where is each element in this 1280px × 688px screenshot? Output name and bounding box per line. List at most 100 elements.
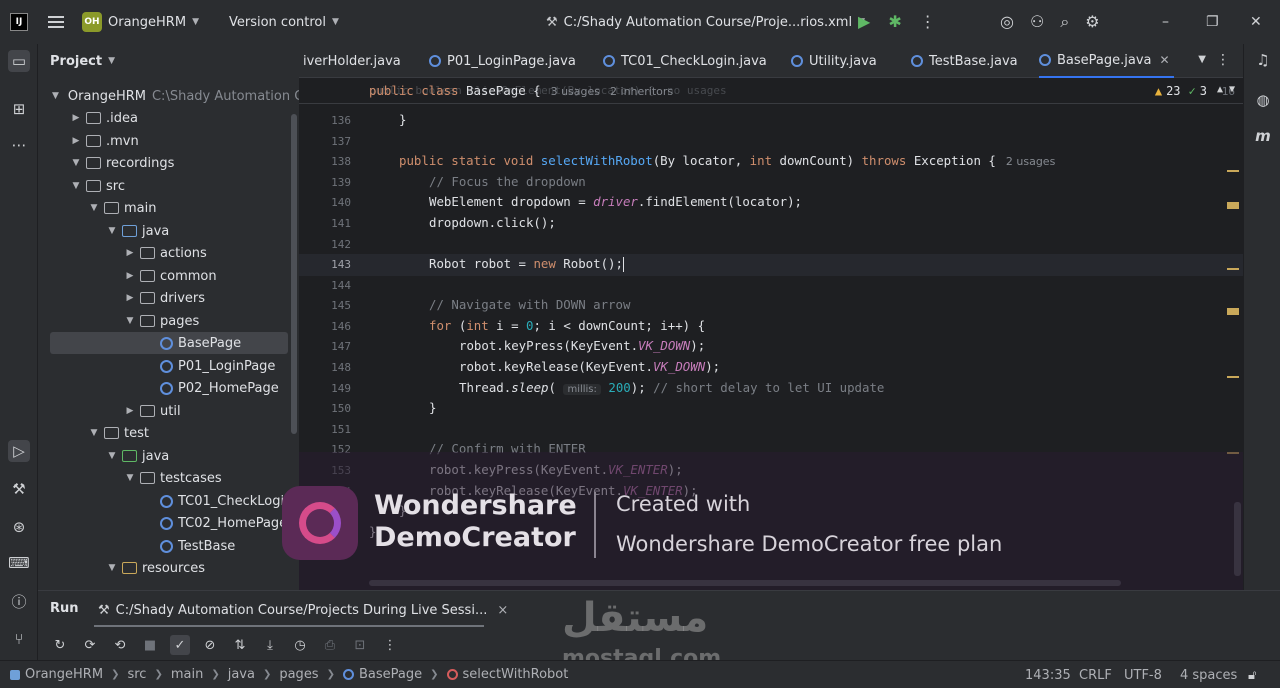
stop-icon[interactable]: ■ — [140, 635, 160, 655]
run-config-selector[interactable]: ⚒ C:/Shady Automation Course/Proje...rio… — [546, 0, 865, 44]
rerun-failed-icon[interactable]: ⟳ — [80, 635, 100, 655]
caret-position[interactable]: 143:35 — [1025, 661, 1071, 688]
kebab-icon[interactable]: ⋮ — [380, 635, 400, 655]
folder-icon[interactable]: ▭ — [8, 50, 30, 72]
ai-assistant-icon[interactable]: ◍ — [1253, 90, 1273, 110]
tree-item-mvn[interactable]: ▶ .mvn — [38, 130, 299, 152]
import-tests-icon[interactable]: ⤓ — [260, 635, 280, 655]
usages-hint[interactable]: 3 usages — [551, 85, 600, 98]
code-line[interactable]: // Navigate with DOWN arrow — [429, 295, 630, 315]
hammer-icon[interactable]: ⚒ — [8, 478, 30, 500]
error-stripe-mark[interactable] — [1227, 376, 1239, 378]
search-icon[interactable]: ⌕ — [1060, 14, 1069, 30]
project-scrollbar[interactable] — [291, 114, 297, 434]
sticky-code[interactable]: public class BasePage {3 usages 2 inherit… — [369, 81, 673, 101]
rerun-icon[interactable]: ↻ — [50, 635, 70, 655]
code-line[interactable]: robot.keyRelease(KeyEvent.VK_DOWN); — [459, 357, 720, 377]
tree-item-actions[interactable]: ▶ actions — [38, 242, 299, 264]
indent-setting[interactable]: 4 spaces — [1180, 661, 1237, 688]
code-line[interactable]: WebElement dropdown = driver.findElement… — [429, 192, 802, 212]
error-stripe-mark[interactable] — [1227, 170, 1239, 172]
more-icon[interactable]: ⋯ — [8, 134, 30, 156]
version-control-menu[interactable]: Version control ▼ — [229, 15, 339, 30]
file-encoding[interactable]: UTF-8 — [1124, 661, 1162, 688]
tab-testbase[interactable]: TestBase.java — [911, 44, 1018, 78]
breadcrumb-item[interactable]: java — [228, 667, 255, 682]
tree-item-testcases[interactable]: ▼ testcases — [38, 467, 299, 489]
project-panel-header[interactable]: Project ▼ — [38, 44, 299, 78]
breadcrumb-item[interactable]: main — [171, 667, 203, 682]
tree-item-recordings[interactable]: ▼ recordings — [38, 152, 299, 174]
spiral-icon[interactable]: ◎ — [1000, 14, 1014, 30]
inheritors-hint[interactable]: 2 inheritors — [610, 85, 673, 98]
breadcrumb-item[interactable]: OrangeHRM — [25, 667, 103, 682]
code-line[interactable]: Thread.sleep( millis: 200); // short del… — [459, 378, 884, 398]
code-line[interactable]: // Focus the dropdown — [429, 172, 586, 192]
tree-item-p02-homepage[interactable]: P02_HomePage — [38, 377, 299, 399]
chevron-down-icon[interactable]: ▼ — [1198, 54, 1206, 65]
camera-icon[interactable]: ⎙ — [320, 635, 340, 655]
error-stripe-mark[interactable] — [1227, 268, 1239, 270]
tree-item-drivers[interactable]: ▶ drivers — [38, 287, 299, 309]
error-stripe-mark[interactable] — [1227, 308, 1239, 315]
tree-item-java[interactable]: ▼ java — [38, 220, 299, 242]
run-tab[interactable]: ⚒ C:/Shady Automation Course/Projects Du… — [98, 599, 508, 623]
problems-icon[interactable]: ⓘ — [8, 590, 30, 612]
tree-item-orangehrm[interactable]: ▼ OrangeHRM C:\Shady Automation C — [38, 85, 299, 107]
breadcrumb-item[interactable]: BasePage — [359, 667, 422, 682]
maven-icon[interactable]: m — [1253, 126, 1273, 146]
tree-item-basepage[interactable]: BasePage — [50, 332, 288, 354]
kebab-icon[interactable]: ⋮ — [920, 14, 936, 30]
code-line[interactable]: dropdown.click(); — [429, 213, 556, 233]
gear-icon[interactable]: ⚙ — [1085, 14, 1099, 30]
tree-item-test[interactable]: ▼ test — [38, 422, 299, 444]
tab-iverholder[interactable]: iverHolder.java — [303, 44, 401, 78]
terminal-icon[interactable]: ⌨ — [8, 552, 30, 574]
main-menu-icon[interactable] — [48, 16, 64, 28]
tree-item-tc01-checklogin[interactable]: TC01_CheckLogin — [38, 490, 299, 512]
breadcrumb-item[interactable]: pages — [279, 667, 318, 682]
inspection-widget[interactable]: ▲ 23 ✓ 3 — [1155, 84, 1207, 98]
tree-item-test-java[interactable]: ▼ java — [38, 445, 299, 467]
run-icon[interactable]: ▷ — [8, 440, 30, 462]
tree-item-idea[interactable]: ▶ .idea — [38, 107, 299, 129]
code-line[interactable]: } — [429, 398, 436, 418]
history-icon[interactable]: ◷ — [290, 635, 310, 655]
tree-item-src[interactable]: ▼ src — [38, 175, 299, 197]
code-line[interactable]: public static void selectWithRobot(By lo… — [399, 151, 1055, 171]
error-stripe-mark[interactable] — [1227, 202, 1239, 209]
services-icon[interactable]: ⊛ — [8, 516, 30, 538]
code-line[interactable]: for (int i = 0; i < downCount; i++) { — [429, 316, 705, 336]
breadcrumb-item[interactable]: selectWithRobot — [463, 667, 569, 682]
navigate-arrows-icon[interactable]: ▲ ▼ — [1217, 84, 1235, 95]
export-icon[interactable]: ⊡ — [350, 635, 370, 655]
tree-item-testbase[interactable]: TestBase — [38, 535, 299, 557]
code-line[interactable]: } — [399, 110, 406, 130]
play-icon[interactable]: ▶ — [858, 14, 870, 30]
lock-icon[interactable]: 🔓︎ — [1248, 661, 1256, 688]
tab-tc01-checklogin[interactable]: TC01_CheckLogin.java — [603, 44, 767, 78]
kebab-icon[interactable]: ⋮ — [1216, 52, 1230, 68]
minimize-button[interactable]: – — [1162, 0, 1169, 44]
close-button[interactable]: ✕ — [1250, 0, 1262, 44]
tree-item-p01-loginpage[interactable]: P01_LoginPage — [38, 355, 299, 377]
bug-icon[interactable]: ✱ — [888, 14, 901, 30]
maximize-button[interactable]: ❐ — [1206, 0, 1219, 44]
show-ignored-icon[interactable]: ⊘ — [200, 635, 220, 655]
sort-icon[interactable]: ⇅ — [230, 635, 250, 655]
show-passed-icon[interactable]: ✓ — [170, 635, 190, 655]
tab-basepage[interactable]: BasePage.java ✕ — [1039, 44, 1174, 78]
git-icon[interactable]: ⑂ — [8, 628, 30, 650]
bell-icon[interactable]: ♫ — [1253, 50, 1273, 70]
tab-utility[interactable]: Utility.java — [791, 44, 877, 78]
structure-icon[interactable]: ⊞ — [8, 98, 30, 120]
tree-item-resources[interactable]: ▼ resources — [38, 557, 299, 579]
line-separator[interactable]: CRLF — [1079, 661, 1112, 688]
person-plus-icon[interactable]: ⚇ — [1030, 14, 1044, 30]
code-line[interactable]: Robot robot = new Robot(); — [429, 254, 625, 274]
close-icon[interactable]: × — [497, 603, 508, 618]
tree-item-common[interactable]: ▶ common — [38, 265, 299, 287]
tab-p01-loginpage[interactable]: P01_LoginPage.java — [429, 44, 576, 78]
project-switcher[interactable]: OH OrangeHRM ▼ — [82, 12, 199, 32]
breadcrumb-item[interactable]: src — [127, 667, 146, 682]
